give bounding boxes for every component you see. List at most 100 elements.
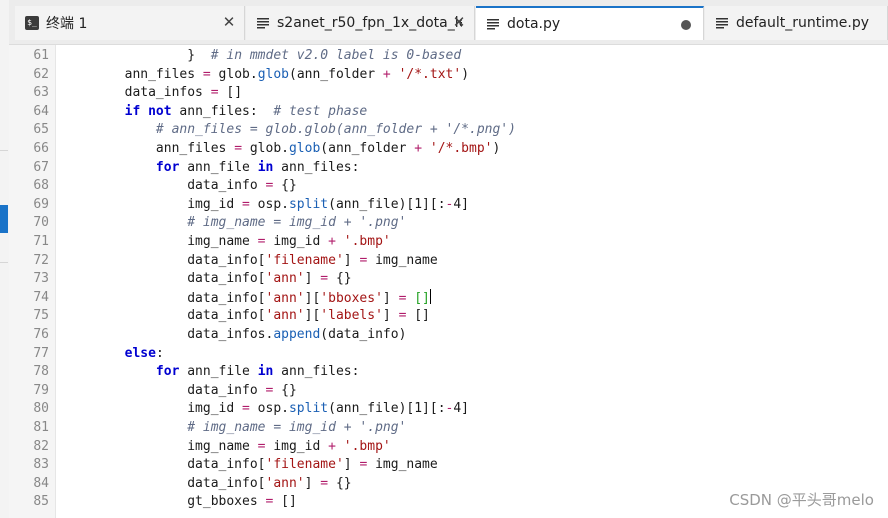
line-number: 85: [33, 494, 49, 510]
tab-s2anet-config[interactable]: s2anet_r50_fpn_1x_dota_le1 ✕: [246, 6, 475, 40]
code-token: data_info[: [62, 457, 266, 473]
code-line[interactable]: 75 data_info['ann']['labels'] = []: [9, 307, 888, 325]
line-number: 78: [33, 364, 49, 380]
code-line[interactable]: 82 img_name = img_id + '.bmp': [9, 438, 888, 456]
code-token: # img_name = img_id + '.png': [187, 420, 407, 435]
code-token: data_info[: [62, 475, 266, 491]
code-text: gt_bboxes = []: [62, 493, 297, 511]
code-text: if not ann_files: # test phase: [62, 103, 368, 121]
code-token: {}: [328, 271, 352, 287]
code-token: ]: [304, 475, 321, 491]
code-editor[interactable]: 61 } # in mmdet v2.0 label is 0-based 62 …: [9, 45, 888, 518]
file-text-icon: [257, 18, 269, 29]
code-text: # img_name = img_id + '.png': [62, 419, 406, 437]
code-line[interactable]: 74 data_info['ann']['bboxes'] = []: [9, 288, 888, 307]
code-line[interactable]: 62 ann_files = glob.glob(ann_folder + '/…: [9, 66, 888, 84]
code-line[interactable]: 77 else:: [9, 345, 888, 363]
line-number: 67: [33, 159, 49, 175]
tab-default-runtime[interactable]: default_runtime.py: [705, 6, 888, 40]
code-token: ]: [304, 271, 321, 287]
line-number: 83: [33, 457, 49, 473]
code-token: split: [288, 401, 329, 417]
code-token: img_name: [62, 234, 258, 249]
code-line[interactable]: 66 ann_files = glob.glob(ann_folder + '/…: [9, 140, 888, 158]
code-token: {}: [328, 475, 352, 491]
code-text: data_info['ann']['labels'] = []: [62, 307, 430, 325]
code-token: ): [461, 66, 470, 82]
code-line[interactable]: 71 img_name = img_id + '.bmp': [9, 233, 888, 251]
code-text: data_info = {}: [62, 382, 297, 400]
code-token: # img_name = img_id + '.png': [187, 215, 407, 231]
code-token: []: [406, 308, 430, 324]
line-number: 81: [33, 420, 49, 435]
code-token: osp.: [249, 401, 289, 417]
tab-label: 终端 1: [46, 16, 88, 32]
code-token: 'ann': [265, 271, 305, 287]
code-token: img_id: [62, 196, 243, 212]
code-line[interactable]: 81 # img_name = img_id + '.png': [9, 419, 888, 437]
code-text: ann_files = glob.glob(ann_folder + '/*.t…: [62, 66, 469, 84]
code-text: for ann_file in ann_files:: [62, 159, 360, 177]
code-token: ann_file: [179, 159, 258, 175]
code-token: in: [257, 159, 274, 175]
code-token: # ann_files = glob.glob(ann_folder + '/*…: [155, 122, 516, 138]
code-line[interactable]: 68 data_info = {}: [9, 177, 888, 195]
code-token: gt_bboxes: [62, 494, 266, 510]
code-token: []: [218, 85, 243, 101]
code-token: :: [155, 345, 164, 361]
code-token: ann_file: [179, 364, 258, 380]
tab-label: default_runtime.py: [736, 15, 870, 31]
code-token: # in mmdet v2.0 label is 0-based: [210, 48, 462, 63]
code-token: 'labels': [320, 308, 383, 324]
code-line[interactable]: 80 img_id = osp.split(ann_file)[1][:-4]: [9, 400, 888, 418]
code-line[interactable]: 79 data_info = {}: [9, 382, 888, 400]
code-token: '.bmp': [343, 438, 391, 454]
close-icon[interactable]: ✕: [452, 15, 466, 30]
code-line[interactable]: 73 data_info['ann'] = {}: [9, 270, 888, 288]
tab-label: dota.py: [507, 16, 561, 32]
code-line[interactable]: 65 # ann_files = glob.glob(ann_folder + …: [9, 121, 888, 139]
code-token: =: [320, 475, 329, 491]
code-token: 'ann': [265, 308, 305, 324]
code-line[interactable]: 83 data_info['filename'] = img_name: [9, 456, 888, 474]
code-token: ]: [343, 457, 360, 473]
line-number: 69: [33, 196, 49, 212]
close-icon[interactable]: ✕: [222, 15, 236, 30]
line-number: 79: [33, 382, 49, 398]
line-number: 75: [33, 308, 49, 324]
code-token: =: [242, 196, 250, 212]
code-line[interactable]: 70 # img_name = img_id + '.png': [9, 214, 888, 232]
file-text-icon: [487, 19, 499, 30]
code-line[interactable]: 69 img_id = osp.split(ann_file)[1][:-4]: [9, 196, 888, 214]
line-number: 61: [33, 48, 49, 63]
line-number: 82: [33, 438, 49, 454]
code-line[interactable]: 76 data_infos.append(data_info): [9, 326, 888, 344]
line-number: 65: [33, 122, 49, 138]
code-line[interactable]: 78 for ann_file in ann_files:: [9, 363, 888, 381]
code-token: img_name: [367, 252, 438, 268]
code-token: 'ann': [265, 475, 305, 491]
code-line[interactable]: 63 data_infos = []: [9, 84, 888, 102]
code-token: ): [492, 141, 501, 156]
code-token: =: [234, 141, 243, 156]
code-token: +: [328, 234, 336, 249]
tab-dota-py[interactable]: dota.py: [476, 6, 704, 40]
tab-terminal[interactable]: $_ 终端 1 ✕: [15, 6, 245, 40]
code-token: ann_files: [62, 66, 203, 82]
code-line[interactable]: 61 } # in mmdet v2.0 label is 0-based: [9, 47, 888, 65]
unsaved-dot-icon[interactable]: [681, 20, 691, 30]
code-token: img_id: [265, 438, 329, 454]
strip-divider: [0, 150, 8, 151]
file-text-icon: [716, 18, 728, 29]
code-line[interactable]: 67 for ann_file in ann_files:: [9, 159, 888, 177]
code-token: =: [202, 66, 211, 82]
code-line[interactable]: 72 data_info['filename'] = img_name: [9, 252, 888, 270]
code-token: for: [155, 364, 180, 380]
code-line[interactable]: 64 if not ann_files: # test phase: [9, 103, 888, 121]
code-token: {}: [273, 178, 297, 194]
